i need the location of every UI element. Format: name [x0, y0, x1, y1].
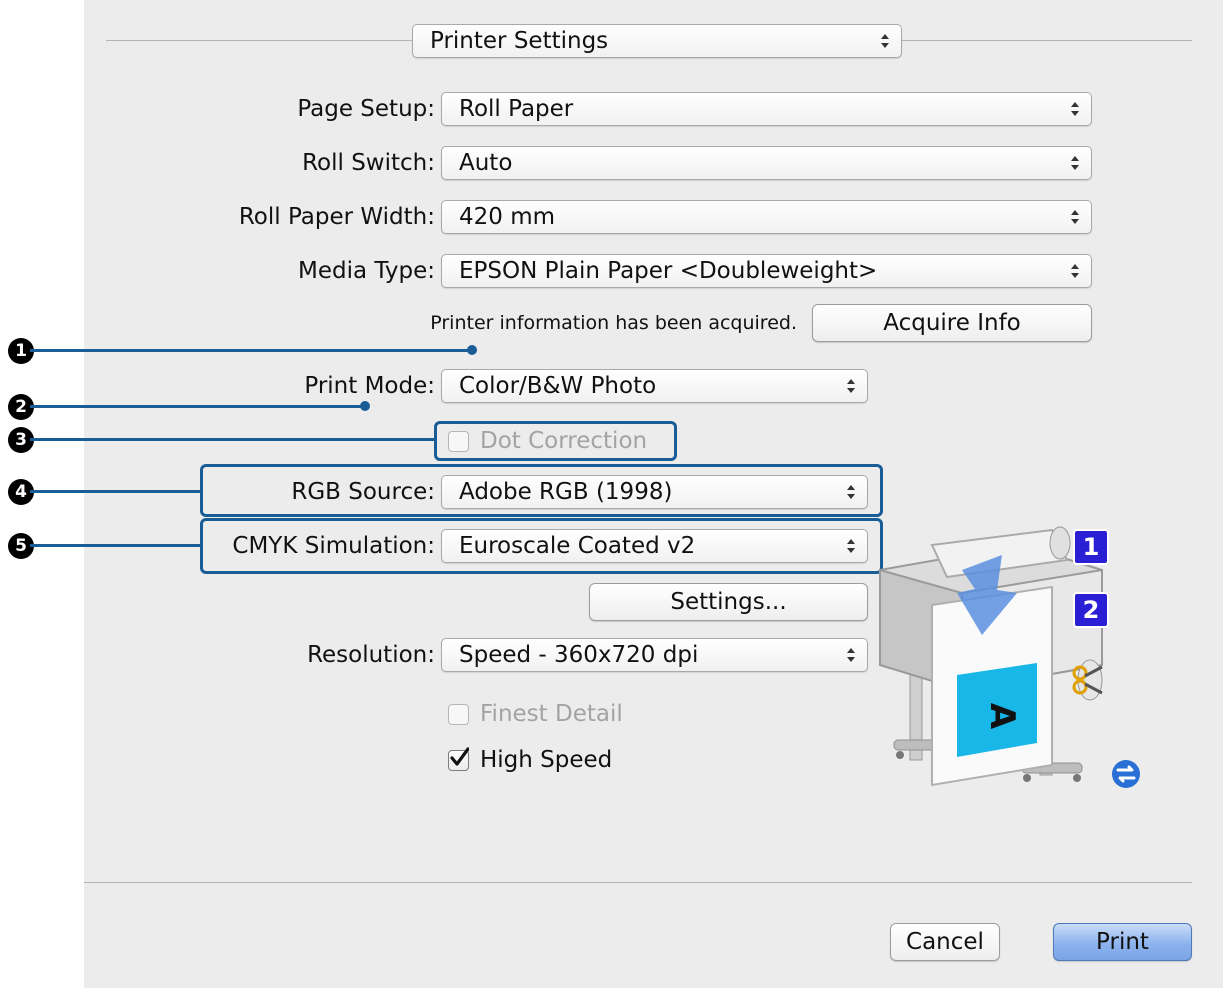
- rgb-source-highlight: [200, 464, 883, 517]
- updown-arrows-icon: [847, 648, 855, 662]
- print-mode-label: Print Mode:: [304, 373, 435, 399]
- updown-arrows-icon: [1071, 156, 1079, 170]
- callout-2-line: [30, 405, 366, 408]
- print-dialog: Printer Settings Page Setup: Roll Paper …: [84, 0, 1223, 988]
- page-setup-label: Page Setup:: [297, 96, 435, 122]
- printer-info-status: Printer information has been acquired.: [430, 312, 797, 334]
- paper-letter: A: [982, 702, 1022, 730]
- dot-correction-highlight: [434, 421, 677, 461]
- callout-1-line: [30, 349, 474, 352]
- media-type-value: EPSON Plain Paper <Doubleweight>: [459, 258, 878, 284]
- callout-3-line: [30, 438, 436, 441]
- media-type-label: Media Type:: [298, 258, 435, 284]
- roll-2-badge-label: 2: [1082, 596, 1100, 624]
- checkmark-icon: [450, 747, 469, 766]
- page-setup-value: Roll Paper: [459, 96, 574, 122]
- printer-illustration: [879, 526, 1140, 788]
- top-separator-right: [902, 40, 1192, 41]
- updown-arrows-icon: [1071, 102, 1079, 116]
- panel-selector-popup[interactable]: Printer Settings: [412, 24, 902, 58]
- media-type-popup[interactable]: EPSON Plain Paper <Doubleweight>: [441, 254, 1092, 288]
- callout-2-endpoint: [360, 401, 370, 411]
- callout-1-endpoint: [467, 345, 477, 355]
- print-mode-value: Color/B&W Photo: [459, 373, 657, 399]
- roll-switch-popup[interactable]: Auto: [441, 146, 1092, 180]
- updown-arrows-icon: [881, 34, 889, 48]
- finest-detail-checkbox[interactable]: [448, 704, 469, 725]
- roll-paper-width-value: 420 mm: [459, 204, 556, 230]
- roll-1-badge-label: 1: [1082, 533, 1100, 561]
- panel-selector-value: Printer Settings: [430, 28, 609, 54]
- updown-arrows-icon: [847, 379, 855, 393]
- resolution-popup[interactable]: Speed - 360x720 dpi: [441, 638, 868, 672]
- cmyk-simulation-highlight: [200, 518, 883, 574]
- resolution-label: Resolution:: [307, 642, 435, 668]
- resolution-value: Speed - 360x720 dpi: [459, 642, 699, 668]
- callout-5-line: [30, 544, 202, 547]
- print-button[interactable]: Print: [1053, 923, 1192, 961]
- top-separator-left: [106, 40, 418, 41]
- print-mode-popup[interactable]: Color/B&W Photo: [441, 369, 868, 403]
- updown-arrows-icon: [1071, 210, 1079, 224]
- acquire-info-button[interactable]: Acquire Info: [812, 304, 1092, 342]
- roll-switch-value: Auto: [459, 150, 513, 176]
- page-setup-popup[interactable]: Roll Paper: [441, 92, 1092, 126]
- updown-arrows-icon: [1071, 264, 1079, 278]
- settings-button[interactable]: Settings...: [589, 583, 868, 621]
- roll-paper-width-popup[interactable]: 420 mm: [441, 200, 1092, 234]
- roll-switch-icon: [1112, 760, 1140, 788]
- high-speed-checkbox[interactable]: [448, 747, 469, 771]
- callout-4-line: [30, 490, 202, 493]
- finest-detail-label: Finest Detail: [480, 701, 623, 727]
- roll-paper-width-label: Roll Paper Width:: [238, 204, 435, 230]
- high-speed-label: High Speed: [480, 747, 613, 773]
- cancel-button[interactable]: Cancel: [890, 923, 1000, 961]
- roll-switch-label: Roll Switch:: [302, 150, 435, 176]
- bottom-separator: [84, 882, 1192, 883]
